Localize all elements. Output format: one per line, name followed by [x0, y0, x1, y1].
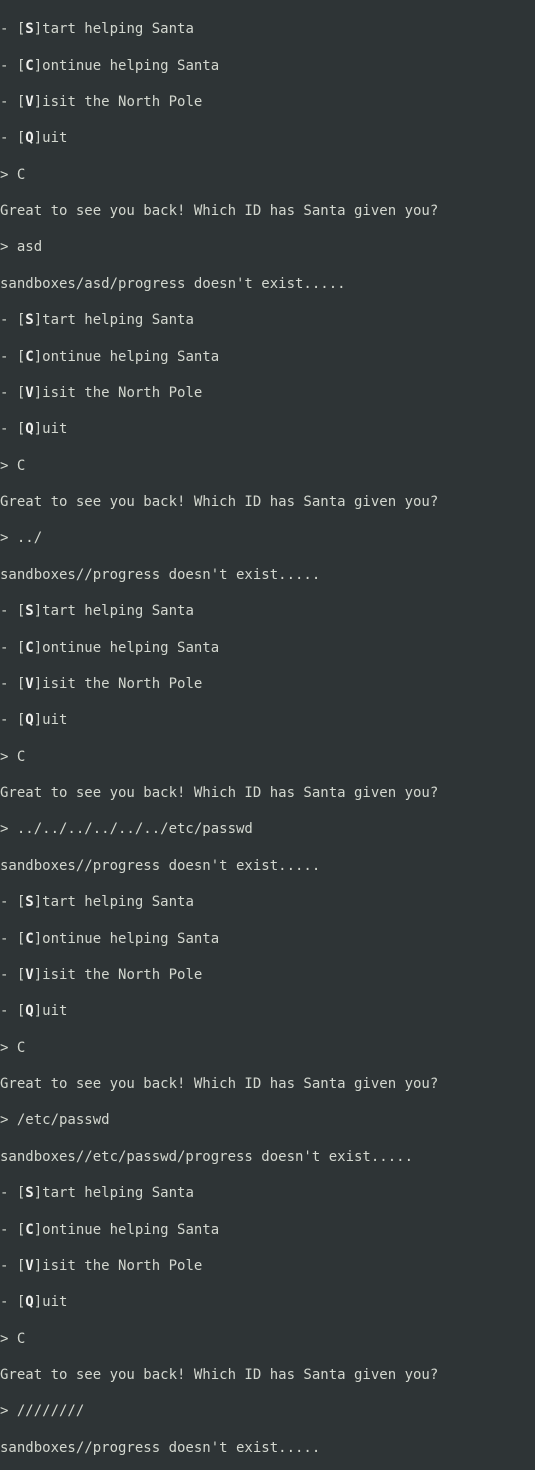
menu-key-c: C	[25, 58, 33, 74]
menu-key-c: C	[25, 640, 33, 656]
menu-continue: - [C]ontinue helping Santa	[0, 1221, 535, 1239]
menu-key-c: C	[25, 1222, 33, 1238]
terminal-output[interactable]: - [S]tart helping Santa - [C]ontinue hel…	[0, 2, 535, 1470]
menu-key-v: V	[25, 967, 33, 983]
menu-quit: - [Q]uit	[0, 1293, 535, 1311]
welcome-back-text: Great to see you back! Which ID has Sant…	[0, 1075, 535, 1093]
welcome-back-text: Great to see you back! Which ID has Sant…	[0, 493, 535, 511]
menu-key-s: S	[25, 21, 33, 37]
menu-start: - [S]tart helping Santa	[0, 1184, 535, 1202]
menu-key-s: S	[25, 312, 33, 328]
menu-start: - [S]tart helping Santa	[0, 311, 535, 329]
menu-quit: - [Q]uit	[0, 1002, 535, 1020]
user-input-1: > asd	[0, 238, 535, 256]
user-input-4: > /etc/passwd	[0, 1111, 535, 1129]
menu-key-c: C	[25, 931, 33, 947]
welcome-back-text: Great to see you back! Which ID has Sant…	[0, 784, 535, 802]
menu-continue: - [C]ontinue helping Santa	[0, 57, 535, 75]
menu-key-s: S	[25, 894, 33, 910]
error-4: sandboxes//etc/passwd/progress doesn't e…	[0, 1148, 535, 1166]
user-input-3: > ../../../../../../etc/passwd	[0, 820, 535, 838]
menu-quit: - [Q]uit	[0, 129, 535, 147]
menu-visit: - [V]isit the North Pole	[0, 384, 535, 402]
menu-key-q: Q	[25, 421, 33, 437]
menu-start: - [S]tart helping Santa	[0, 893, 535, 911]
menu-key-s: S	[25, 603, 33, 619]
menu-quit: - [Q]uit	[0, 711, 535, 729]
menu-start: - [S]tart helping Santa	[0, 602, 535, 620]
welcome-back-text: Great to see you back! Which ID has Sant…	[0, 1366, 535, 1384]
prompt-choice: > C	[0, 1039, 535, 1057]
user-input-2: > ../	[0, 529, 535, 547]
menu-continue: - [C]ontinue helping Santa	[0, 930, 535, 948]
menu-key-q: Q	[25, 130, 33, 146]
prompt-choice: > C	[0, 1330, 535, 1348]
menu-visit: - [V]isit the North Pole	[0, 93, 535, 111]
error-5: sandboxes//progress doesn't exist.....	[0, 1439, 535, 1457]
prompt-choice: > C	[0, 457, 535, 475]
error-3: sandboxes//progress doesn't exist.....	[0, 857, 535, 875]
menu-key-v: V	[25, 94, 33, 110]
menu-key-v: V	[25, 1258, 33, 1274]
menu-key-s: S	[25, 1185, 33, 1201]
menu-key-v: V	[25, 385, 33, 401]
menu-key-q: Q	[25, 1003, 33, 1019]
error-1: sandboxes/asd/progress doesn't exist....…	[0, 275, 535, 293]
menu-key-v: V	[25, 676, 33, 692]
menu-visit: - [V]isit the North Pole	[0, 675, 535, 693]
menu-start: - [S]tart helping Santa	[0, 20, 535, 38]
menu-continue: - [C]ontinue helping Santa	[0, 348, 535, 366]
prompt-choice: > C	[0, 748, 535, 766]
menu-quit: - [Q]uit	[0, 420, 535, 438]
menu-continue: - [C]ontinue helping Santa	[0, 639, 535, 657]
menu-key-c: C	[25, 349, 33, 365]
menu-visit: - [V]isit the North Pole	[0, 1257, 535, 1275]
prompt-choice: > C	[0, 166, 535, 184]
menu-key-q: Q	[25, 712, 33, 728]
user-input-5: > ////////	[0, 1402, 535, 1420]
welcome-back-text: Great to see you back! Which ID has Sant…	[0, 202, 535, 220]
error-2: sandboxes//progress doesn't exist.....	[0, 566, 535, 584]
menu-key-q: Q	[25, 1294, 33, 1310]
menu-visit: - [V]isit the North Pole	[0, 966, 535, 984]
